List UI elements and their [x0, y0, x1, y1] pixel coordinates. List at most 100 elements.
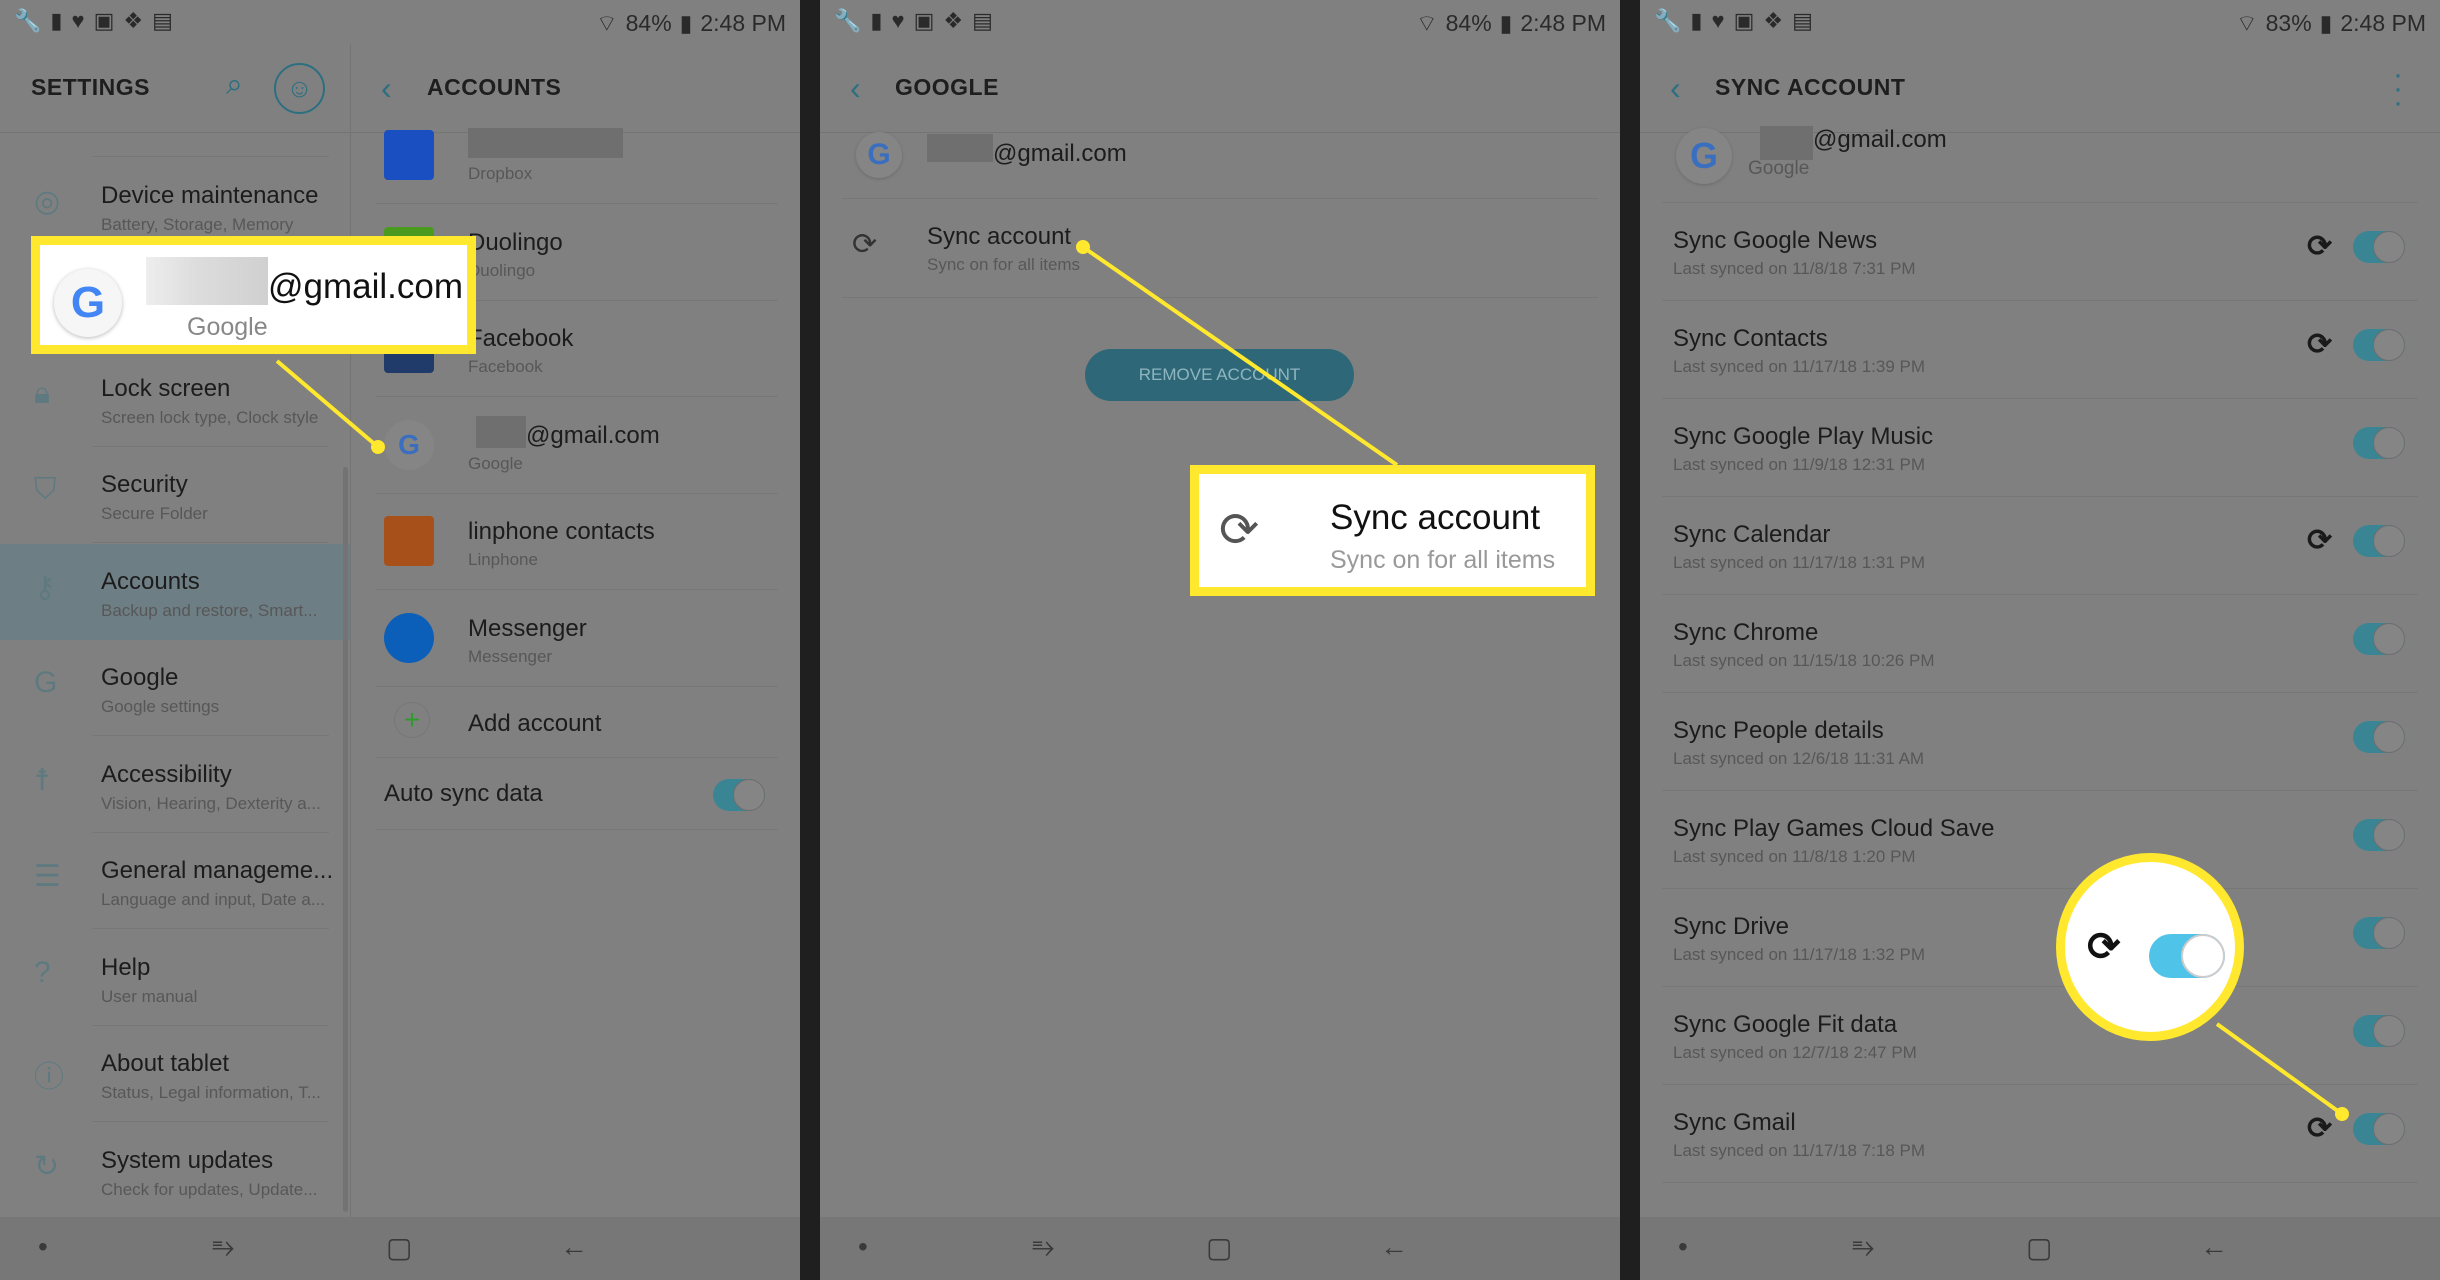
- remove-account-button[interactable]: REMOVE ACCOUNT: [1085, 349, 1354, 401]
- add-account-label: Add account: [468, 710, 602, 737]
- sync-item-last-synced: Last synced on 11/17/18 1:32 PM: [1673, 945, 1926, 964]
- sidebar-item-security[interactable]: ⛉ Security Secure Folder: [0, 447, 351, 543]
- sidebar-item-title: Lock screen: [101, 374, 231, 402]
- account-subtitle: Messenger: [468, 646, 553, 666]
- sync-toggle[interactable]: [2353, 329, 2405, 361]
- account-title: Duolingo: [468, 228, 563, 256]
- sync-toggle[interactable]: [2353, 819, 2405, 851]
- auto-sync-toggle[interactable]: [713, 779, 765, 811]
- google-title: GOOGLE: [895, 74, 999, 100]
- back-icon[interactable]: ←: [560, 1231, 588, 1263]
- sync-item-last-synced: Last synced on 11/8/18 1:20 PM: [1673, 847, 1916, 866]
- account-row: G @gmail.com Google: [1640, 126, 2440, 202]
- nav-dot-icon[interactable]: •: [38, 1231, 48, 1263]
- sync-now-icon[interactable]: ⟳: [2307, 1111, 2332, 1146]
- sidebar-item-title: About tablet: [101, 1050, 230, 1077]
- sidebar-item-title: Google: [101, 664, 179, 691]
- sidebar-item-lock-screen[interactable]: 🔒︎ Lock screen Screen lock type, Clock st…: [0, 351, 351, 447]
- clock: 2:48 PM: [1520, 10, 1606, 36]
- clock: 2:48 PM: [2340, 10, 2426, 36]
- back-icon[interactable]: ←: [1380, 1231, 1408, 1263]
- sync-item[interactable]: Sync Contacts Last synced on 11/17/18 1:…: [1640, 301, 2440, 399]
- account-item[interactable]: Messenger Messenger: [351, 591, 800, 687]
- back-icon[interactable]: ←: [2200, 1231, 2228, 1263]
- sync-toggle[interactable]: [2353, 623, 2405, 655]
- recent-apps-icon[interactable]: ⥱: [212, 1231, 234, 1264]
- sync-account-title: Sync account: [927, 223, 1072, 250]
- sync-now-icon[interactable]: ⟳: [2307, 229, 2332, 264]
- sidebar-item-general-manageme[interactable]: ☰ General manageme... Language and input,…: [0, 833, 351, 929]
- profile-avatar-button[interactable]: ☺: [274, 63, 325, 114]
- sync-item-title: Sync Chrome: [1673, 619, 1819, 646]
- sync-item-last-synced: Last synced on 11/15/18 10:26 PM: [1673, 651, 1935, 670]
- battery-level: 84%: [1445, 10, 1492, 36]
- sync-account-screen: 🔧 ▮ ♥ ▣ ❖ ▤ ⌔ 83% ▮ 2:48 PM ‹ SYNC ACCOUNT · · · G…: [1640, 0, 2440, 1280]
- sync-now-icon[interactable]: ⟳: [2307, 327, 2332, 362]
- sync-toggle[interactable]: [2353, 1113, 2405, 1145]
- sync-item[interactable]: Sync Calendar Last synced on 11/17/18 1:…: [1640, 497, 2440, 595]
- sidebar-item-accessibility[interactable]: ☨ Accessibility Vision, Hearing, Dexterit…: [0, 737, 351, 833]
- sidebar-item-system-updates[interactable]: ↻ System updates Check for updates, Updat…: [0, 1123, 351, 1218]
- sync-item[interactable]: Sync People details Last synced on 12/6/…: [1640, 693, 2440, 791]
- sidebar-item-subtitle: Multi window: [101, 134, 198, 138]
- account-item[interactable]: linphone contacts Linphone: [351, 494, 800, 590]
- sync-toggle[interactable]: [2353, 525, 2405, 557]
- google-logo-icon: G: [1676, 128, 1732, 184]
- sync-toggle[interactable]: [2353, 1015, 2405, 1047]
- callout-email: @gmail.com: [268, 267, 464, 306]
- sync-item[interactable]: Sync Drive Last synced on 11/17/18 1:32 …: [1640, 889, 2440, 987]
- sync-now-icon[interactable]: ⟳: [2307, 523, 2332, 558]
- nav-dot-icon[interactable]: •: [1678, 1231, 1688, 1263]
- shield-icon: ⛉: [34, 473, 57, 506]
- recent-apps-icon[interactable]: ⥱: [1852, 1231, 1874, 1264]
- sync-item[interactable]: Sync Chrome Last synced on 11/15/18 10:2…: [1640, 595, 2440, 693]
- redacted-username: [476, 415, 526, 448]
- sidebar-item-advanced-features[interactable]: ✧Advanced features Multi window: [0, 134, 351, 157]
- sync-item[interactable]: Sync Google Play Music Last synced on 11…: [1640, 399, 2440, 497]
- home-icon[interactable]: ▢: [2026, 1231, 2052, 1264]
- sidebar-item-title: General manageme...: [101, 857, 334, 884]
- sidebar-item-title: Security: [101, 471, 188, 498]
- sidebar-item-subtitle: Check for updates, Update...: [101, 1179, 318, 1199]
- callout-sync-subtitle: Sync on for all items: [1330, 546, 1556, 574]
- more-options-icon[interactable]: · · ·: [2392, 60, 2404, 118]
- notification-icons: 🔧 ▮ ♥ ▣ ❖ ▤: [14, 8, 173, 33]
- search-icon[interactable]: ⌕: [226, 68, 243, 102]
- add-account-button[interactable]: + Add account: [351, 686, 800, 758]
- sidebar-item-title: System updates: [101, 1146, 274, 1174]
- sidebar-item-subtitle: Language and input, Date a...: [101, 890, 326, 909]
- sync-item[interactable]: Sync Google Fit data Last synced on 12/7…: [1640, 987, 2440, 1085]
- home-icon[interactable]: ▢: [386, 1231, 412, 1264]
- home-icon[interactable]: ▢: [1206, 1231, 1232, 1264]
- linphone-icon: [384, 516, 434, 566]
- back-arrow-icon[interactable]: ‹: [850, 70, 861, 107]
- sync-item[interactable]: Sync Google News Last synced on 11/8/18 …: [1640, 203, 2440, 301]
- sidebar-item-accounts[interactable]: ⚷ Accounts Backup and restore, Smart...: [0, 543, 351, 640]
- sync-toggle[interactable]: [2353, 917, 2405, 949]
- sidebar-item-subtitle: Google settings: [101, 697, 220, 716]
- sync-toggle[interactable]: [2353, 427, 2405, 459]
- sidebar-item-google[interactable]: G Google Google settings: [0, 640, 351, 736]
- recent-apps-icon[interactable]: ⥱: [1032, 1231, 1054, 1264]
- notification-icons: 🔧 ▮ ♥ ▣ ❖ ▤: [834, 8, 993, 33]
- back-arrow-icon[interactable]: ‹: [1670, 70, 1681, 107]
- account-item[interactable]: Dropbox: [351, 108, 800, 204]
- sidebar-item-help[interactable]: ? Help User manual: [0, 930, 351, 1026]
- redacted-username: [1760, 126, 1813, 160]
- sync-item[interactable]: Sync Play Games Cloud Save Last synced o…: [1640, 791, 2440, 889]
- status-bar: 🔧 ▮ ♥ ▣ ❖ ▤ ⌔ 84% ▮ 2:48 PM: [820, 0, 1620, 44]
- sync-toggle[interactable]: [2353, 231, 2405, 263]
- sync-item-last-synced: Last synced on 12/6/18 11:31 AM: [1673, 749, 1925, 768]
- scrollbar[interactable]: [343, 467, 348, 1212]
- sidebar-item-about-tablet[interactable]: ⓘ About tablet Status, Legal information,…: [0, 1026, 351, 1122]
- navigation-bar: • ⥱ ▢ ←: [1640, 1217, 2440, 1280]
- sync-item[interactable]: Sync Gmail Last synced on 11/17/18 7:18 …: [1640, 1085, 2440, 1183]
- google-icon: G: [384, 419, 434, 470]
- sync-item-last-synced: Last synced on 11/17/18 1:31 PM: [1673, 553, 1926, 572]
- nav-dot-icon[interactable]: •: [858, 1231, 868, 1263]
- account-item[interactable]: G @gmail.com Google: [351, 398, 800, 494]
- google-logo-icon: G: [856, 132, 902, 178]
- account-title: Facebook: [468, 325, 574, 352]
- sync-account-row[interactable]: ⟳ Sync account Sync on for all items: [820, 199, 1620, 297]
- sync-toggle[interactable]: [2353, 721, 2405, 753]
